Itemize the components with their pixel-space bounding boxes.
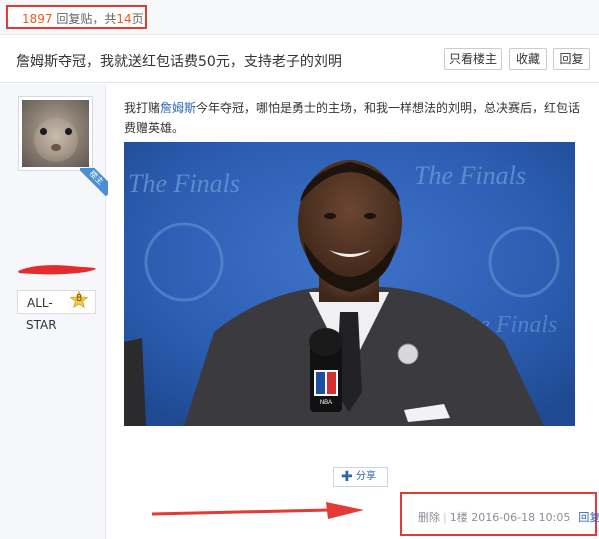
floor-number: 1楼 (449, 511, 468, 524)
share-button[interactable]: ✚ 分享 (333, 467, 388, 487)
avatar[interactable] (18, 96, 93, 171)
post-reply-link[interactable]: 回复 (578, 511, 599, 524)
nba-logo-text: NBA (320, 400, 332, 406)
backdrop-text-2: The Finals (414, 161, 526, 190)
post-text-start: 我打赌 (124, 101, 161, 115)
player-link[interactable]: 詹姆斯 (160, 101, 196, 115)
level-title-continued: STAR (26, 318, 57, 332)
backdrop-text-1: The Finals (128, 169, 240, 198)
reply-count: 1897 (22, 12, 53, 26)
post-meta: 删除 | 1楼 2016-06-18 10:05 回复 (418, 511, 599, 524)
redacted-username (18, 265, 96, 275)
thread-title-bar: 詹姆斯夺冠，我就送红包话费50元，支持老子的刘明 只看楼主 收藏 回复 (0, 36, 599, 83)
host-badge-label: 楼主 (80, 168, 108, 196)
press-conference-photo: The Finals The Finals The Finals NBA (124, 142, 575, 426)
plus-icon: ✚ (341, 469, 353, 485)
level-title: ALL- (27, 296, 53, 310)
share-label: 分享 (356, 471, 376, 482)
post-meta-highlight: 删除 | 1楼 2016-06-18 10:05 回复 (400, 492, 599, 536)
thread-title: 詹姆斯夺冠，我就送红包话费50元，支持老子的刘明 (16, 54, 342, 70)
rabbit-avatar-image (22, 100, 89, 167)
reply-count-highlight: 1897 回复贴，共14页 (6, 5, 147, 29)
only-host-button[interactable]: 只看楼主 (444, 48, 502, 70)
annotation-arrow-icon (151, 502, 364, 519)
host-badge: 楼主 (80, 168, 108, 196)
reply-count-label: 回复贴，共 (52, 12, 117, 26)
post-content: 我打赌詹姆斯今年夺冠，哪怕是勇士的主场，和我一样想法的刘明，总决赛后，红包话费赠… (124, 98, 589, 138)
delete-link[interactable]: 删除 (418, 511, 440, 524)
reply-button[interactable]: 回复 (553, 48, 590, 70)
level-number: 8 (75, 293, 83, 304)
author-sidebar: 楼主 ALL- STAR 8 (0, 84, 108, 539)
thread-summary-bar: 1897 回复贴，共14页 (0, 0, 599, 35)
page-count-suffix: 页 (131, 12, 144, 26)
post-photo: The Finals The Finals The Finals NBA (124, 142, 575, 426)
page-count: 14 (116, 12, 132, 26)
post-timestamp: 2016-06-18 10:05 (471, 511, 571, 524)
favorite-button[interactable]: 收藏 (509, 48, 547, 70)
